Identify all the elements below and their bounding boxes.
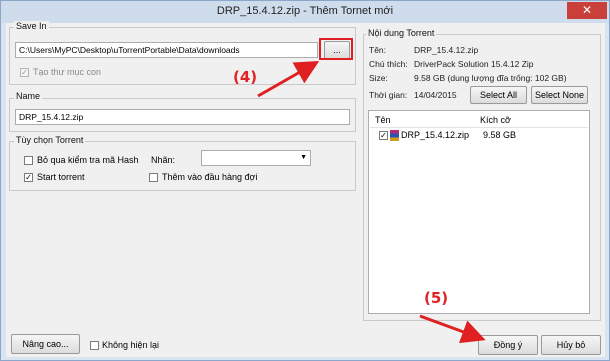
annotation-arrows [257,61,486,344]
arrow-to-browse [257,61,320,98]
step-5-label: (5) [424,289,449,307]
arrow-to-ok [419,314,486,344]
step-4-label: (4) [233,68,258,86]
